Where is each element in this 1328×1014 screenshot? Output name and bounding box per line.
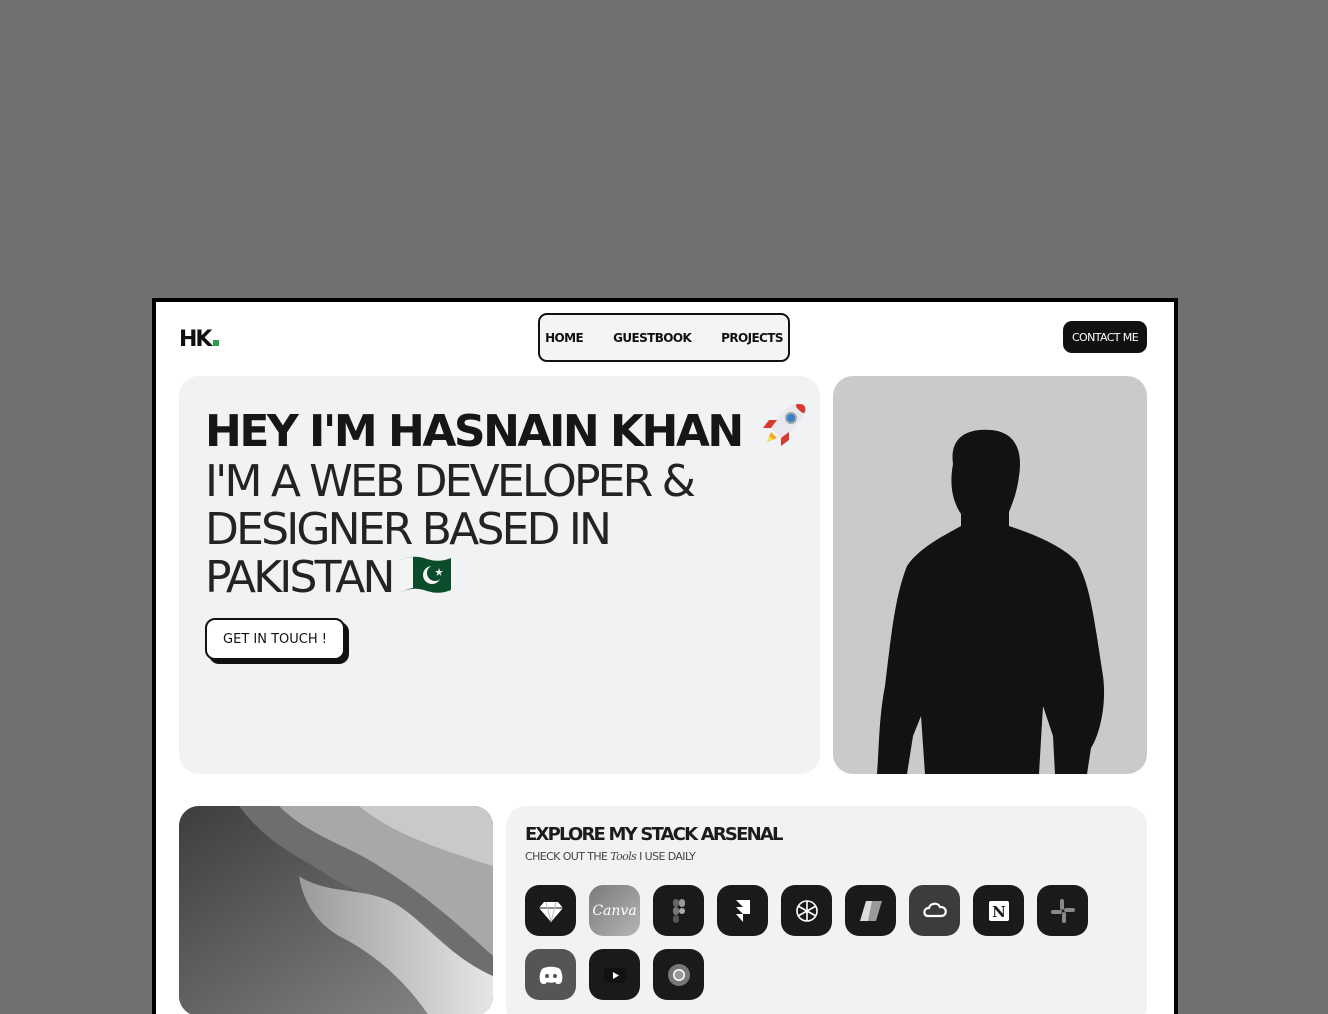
tagline-suffix: I USE DAILY: [639, 850, 696, 863]
logo[interactable]: HK: [179, 327, 220, 352]
stack-title: EXPLORE MY STACK ARSENAL: [525, 824, 783, 845]
rocket-icon: [762, 404, 805, 446]
copilot-icon[interactable]: [845, 885, 896, 936]
discord-icon[interactable]: [525, 949, 576, 1000]
hero-heading-text: HEY I'M HASNAIN KHAN: [205, 406, 744, 457]
stack-card: EXPLORE MY STACK ARSENAL CHECK OUT THE T…: [506, 806, 1147, 1014]
canva-icon[interactable]: Canva: [589, 885, 640, 936]
hero-subline: I'M A WEB DEVELOPER & DESIGNER BASED IN …: [205, 458, 785, 602]
person-silhouette: [877, 429, 1105, 774]
svg-text:N: N: [992, 903, 1006, 921]
creative-cloud-icon[interactable]: [909, 885, 960, 936]
abstract-wave-image: [179, 806, 493, 1014]
nav-home[interactable]: HOME: [545, 331, 584, 345]
tool-grid: Canva N: [525, 885, 1125, 1000]
sketch-icon[interactable]: [525, 885, 576, 936]
browser-frame: HK HOME GUESTBOOK PROJECTS CONTACT ME HE…: [152, 298, 1178, 1014]
tagline-emphasis: Tools: [610, 850, 637, 863]
framer-icon[interactable]: [717, 885, 768, 936]
canva-label: Canva: [592, 902, 637, 919]
contact-button[interactable]: CONTACT ME: [1063, 321, 1147, 353]
logo-dot: [213, 340, 220, 346]
chrome-icon[interactable]: [653, 949, 704, 1000]
nav-guestbook[interactable]: GUESTBOOK: [613, 331, 692, 345]
youtube-icon[interactable]: [589, 949, 640, 1000]
wave-art: [179, 806, 493, 1014]
hero-card: HEY I'M HASNAIN KHAN I'M A WEB DEVELOPER…: [179, 376, 820, 774]
hero-heading: HEY I'M HASNAIN KHAN: [205, 398, 811, 459]
logo-text: HK: [179, 327, 212, 352]
pakistan-flag-icon: [400, 556, 451, 593]
tagline-prefix: CHECK OUT THE: [525, 850, 608, 863]
main-nav: HOME GUESTBOOK PROJECTS: [538, 313, 790, 362]
portrait-card: [833, 376, 1147, 774]
notion-icon[interactable]: N: [973, 885, 1024, 936]
get-in-touch-button[interactable]: GET IN TOUCH !: [205, 618, 345, 660]
figma-icon[interactable]: [653, 885, 704, 936]
chatgpt-icon[interactable]: [781, 885, 832, 936]
stack-tagline: CHECK OUT THE Tools I USE DAILY: [525, 850, 696, 863]
slack-icon[interactable]: [1037, 885, 1088, 936]
nav-projects[interactable]: PROJECTS: [721, 331, 783, 345]
